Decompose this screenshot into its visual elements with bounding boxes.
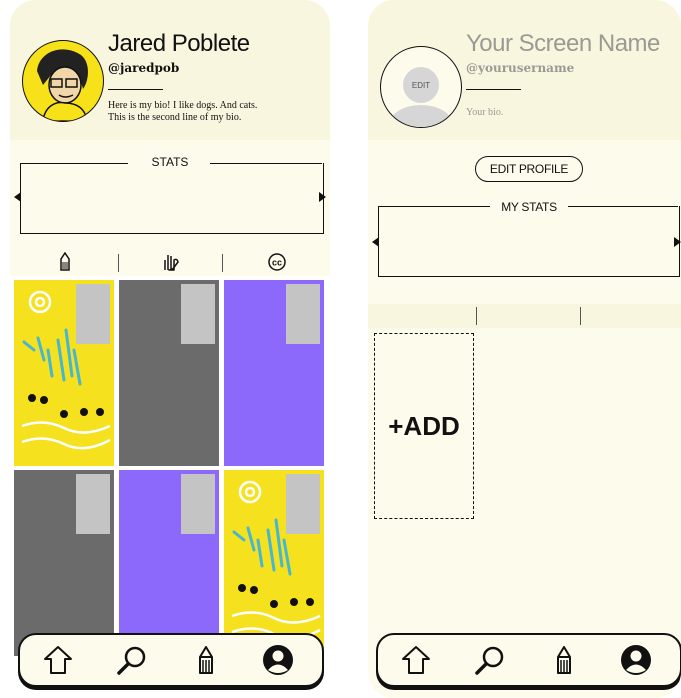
tile-badge [76,474,110,534]
stats-section: STATS [10,142,330,248]
stats-prev-arrow-icon[interactable] [372,237,379,247]
home-icon[interactable] [42,644,74,676]
avatar-edit-label[interactable]: EDIT [403,67,439,103]
my-stats-label: MY STATS [501,200,557,214]
tile-badge [286,284,320,344]
username-input[interactable]: @yourusername [466,61,574,75]
tile-badge [181,474,215,534]
post-tile[interactable] [14,470,114,656]
username: @jaredpob [108,61,180,75]
tile-badge [181,284,215,344]
stats-frame [20,163,324,234]
post-tile[interactable] [224,470,324,656]
avatar-body-shape [389,105,453,127]
tab-gestures[interactable] [118,250,224,274]
profile-icon[interactable] [620,644,652,676]
my-stats-line-left [378,206,490,207]
bottom-nav [376,633,681,687]
gesture-icon [164,255,179,271]
stats-frame-line-right [210,163,322,164]
tab-cc[interactable]: cc [224,250,330,274]
add-post-button[interactable]: +ADD [374,333,474,519]
pen-icon[interactable] [190,644,222,676]
content-tabs [368,304,681,328]
search-icon[interactable] [474,644,506,676]
profile-screen: Jared Poblete @jaredpob Here is my bio! … [10,0,330,698]
avatar-placeholder[interactable]: EDIT [380,46,462,128]
profile-icon[interactable] [262,644,294,676]
bio-input[interactable]: Your bio. [466,107,503,118]
edit-header: EDIT Your Screen Name @yourusername Your… [368,0,681,140]
divider [466,89,521,90]
home-icon[interactable] [400,644,432,676]
divider [108,89,163,90]
post-tile[interactable] [119,280,219,466]
profile-header: Jared Poblete @jaredpob Here is my bio! … [10,0,330,140]
tile-badge [76,284,110,344]
bio-line-1: Here is my bio! I like dogs. And cats. [108,100,258,111]
edit-profile-screen: EDIT Your Screen Name @yourusername Your… [368,0,681,698]
stats-label: STATS [151,155,189,169]
my-stats-frame [378,206,680,277]
tile-badge [286,474,320,534]
tab-separator [476,307,477,325]
bio-line-2: This is the second line of my bio. [108,112,242,123]
avatar[interactable] [22,40,104,122]
screen-name-input[interactable]: Your Screen Name [466,30,660,58]
tab-drawings[interactable] [12,250,118,274]
post-tile[interactable] [14,280,114,466]
search-icon[interactable] [116,644,148,676]
svg-text:cc: cc [272,258,282,268]
stats-frame-line-left [20,163,128,164]
edit-profile-button[interactable]: EDIT PROFILE [475,156,583,182]
stats-prev-arrow-icon[interactable] [14,192,21,202]
post-tile[interactable] [119,470,219,656]
bottom-nav [18,633,324,687]
tab-separator [580,307,581,325]
drawings-icon [60,252,70,271]
bio: Here is my bio! I like dogs. And cats. T… [108,100,257,124]
stats-next-arrow-icon[interactable] [319,192,326,202]
screen-name: Jared Poblete [108,30,250,57]
my-stats-line-right [568,206,678,207]
cc-icon: cc [268,253,286,271]
stats-next-arrow-icon[interactable] [674,237,681,247]
pen-icon[interactable] [548,644,580,676]
content-tabs: cc [10,248,330,276]
post-tile[interactable] [224,280,324,466]
tab-separator [222,254,223,272]
